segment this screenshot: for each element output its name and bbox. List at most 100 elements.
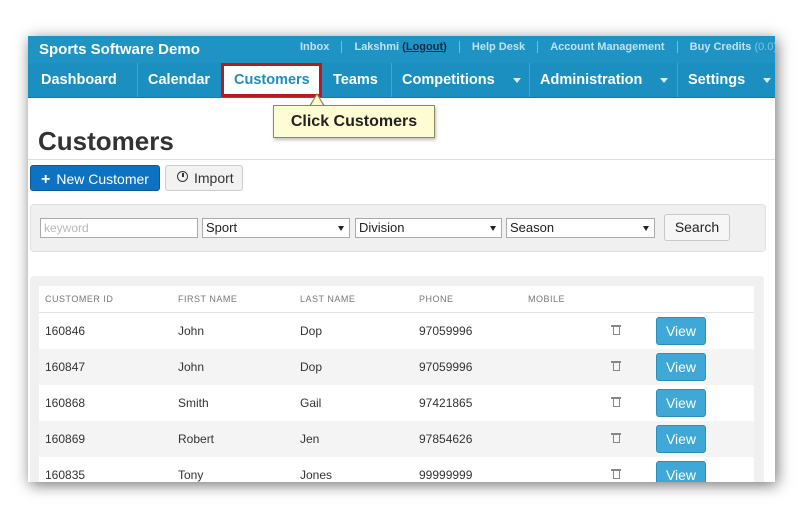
view-button[interactable]: View xyxy=(656,461,706,482)
trash-icon[interactable] xyxy=(611,396,621,407)
inbox-link[interactable]: Inbox xyxy=(300,41,329,53)
season-select-value: Season xyxy=(510,220,555,235)
help-desk-link[interactable]: Help Desk xyxy=(472,41,525,53)
cell-phone: 97059996 xyxy=(413,312,522,349)
cell-phone: 97854626 xyxy=(413,421,522,457)
trash-icon[interactable] xyxy=(611,360,621,371)
view-button[interactable]: View xyxy=(656,317,706,345)
division-select-value: Division xyxy=(359,220,405,235)
table-row[interactable]: 160846 John Dop 97059996 View xyxy=(39,312,754,349)
table-row[interactable]: 160869 Robert Jen 97854626 View xyxy=(39,421,754,457)
cell-view: View xyxy=(650,457,754,482)
cell-last-name: Gail xyxy=(294,385,413,421)
sport-select-value: Sport xyxy=(206,220,238,235)
table-row[interactable]: 160868 Smith Gail 97421865 View xyxy=(39,385,754,421)
cell-last-name: Dop xyxy=(294,349,413,385)
cell-delete xyxy=(605,312,650,349)
cell-delete xyxy=(605,385,650,421)
top-links: Inbox Lakshmi (Logout) Help Desk Account… xyxy=(300,41,775,54)
nav-administration[interactable]: Administration xyxy=(530,63,678,97)
credits-value: (0.0) xyxy=(754,41,775,53)
column-header-blank xyxy=(605,286,650,313)
cell-view: View xyxy=(650,385,754,421)
cell-customer-id: 160869 xyxy=(39,421,172,457)
trash-icon[interactable] xyxy=(611,468,621,479)
cell-customer-id: 160868 xyxy=(39,385,172,421)
chevron-down-icon xyxy=(660,77,669,83)
instruction-callout: Click Customers xyxy=(273,105,435,138)
link-divider xyxy=(676,41,678,54)
search-button[interactable]: Search xyxy=(664,214,730,241)
cell-delete xyxy=(605,421,650,457)
cell-mobile xyxy=(522,349,605,385)
import-button[interactable]: Import xyxy=(165,165,243,191)
trash-icon[interactable] xyxy=(611,324,621,335)
cell-first-name: John xyxy=(172,349,294,385)
table-row[interactable]: 160835 Tony Jones 99999999 View xyxy=(39,457,754,482)
paren-close: ) xyxy=(443,41,447,53)
nav-label: Dashboard xyxy=(41,72,117,88)
customers-table: CUSTOMER ID FIRST NAME LAST NAME PHONE M… xyxy=(39,286,754,482)
cell-mobile xyxy=(522,385,605,421)
cell-last-name: Jones xyxy=(294,457,413,482)
main-nav: Dashboard Calendar Customers Teams Compe… xyxy=(28,63,775,98)
nav-settings[interactable]: Settings xyxy=(678,63,775,97)
link-divider xyxy=(537,41,539,54)
filter-bar: Sport Division Season Search xyxy=(30,204,766,252)
season-select[interactable]: Season xyxy=(506,218,655,238)
nav-customers[interactable]: Customers xyxy=(221,63,322,97)
nav-label: Settings xyxy=(688,72,746,88)
chevron-down-icon xyxy=(763,77,772,83)
dropdown-arrow-icon xyxy=(490,226,496,231)
keyword-input[interactable] xyxy=(40,218,198,238)
column-header: MOBILE xyxy=(522,286,605,313)
nav-teams[interactable]: Teams xyxy=(323,63,392,97)
app-screenshot: Sports Software Demo Inbox Lakshmi (Logo… xyxy=(28,36,775,482)
cell-phone: 97421865 xyxy=(413,385,522,421)
view-button[interactable]: View xyxy=(656,389,706,417)
cell-customer-id: 160846 xyxy=(39,312,172,349)
sport-select[interactable]: Sport xyxy=(202,218,350,238)
cell-first-name: Robert xyxy=(172,421,294,457)
cell-first-name: John xyxy=(172,312,294,349)
power-icon xyxy=(177,171,188,182)
dropdown-arrow-icon xyxy=(643,226,649,231)
view-button[interactable]: View xyxy=(656,425,706,453)
cell-last-name: Jen xyxy=(294,421,413,457)
nav-competitions[interactable]: Competitions xyxy=(392,63,530,97)
view-button[interactable]: View xyxy=(656,353,706,381)
link-divider xyxy=(341,41,343,54)
table-header-row: CUSTOMER ID FIRST NAME LAST NAME PHONE M… xyxy=(39,286,754,313)
cell-mobile xyxy=(522,457,605,482)
link-divider xyxy=(458,41,460,54)
nav-calendar[interactable]: Calendar xyxy=(138,63,222,97)
page-title: Customers xyxy=(38,126,174,156)
cell-view: View xyxy=(650,349,754,385)
plus-icon: + xyxy=(41,171,51,188)
new-customer-label: New Customer xyxy=(56,171,149,187)
import-label: Import xyxy=(194,170,234,186)
cell-first-name: Tony xyxy=(172,457,294,482)
column-header: CUSTOMER ID xyxy=(39,286,172,313)
account-management-link[interactable]: Account Management xyxy=(550,41,664,53)
column-header: FIRST NAME xyxy=(172,286,294,313)
table-row[interactable]: 160847 John Dop 97059996 View xyxy=(39,349,754,385)
buy-credits-link[interactable]: Buy Credits xyxy=(690,41,752,53)
logout-link[interactable]: Logout xyxy=(406,41,443,53)
customers-table-panel: CUSTOMER ID FIRST NAME LAST NAME PHONE M… xyxy=(30,276,764,482)
nav-dashboard[interactable]: Dashboard xyxy=(28,63,138,97)
cell-last-name: Dop xyxy=(294,312,413,349)
brand-title: Sports Software Demo xyxy=(39,41,200,58)
new-customer-button[interactable]: + New Customer xyxy=(30,165,160,191)
nav-label: Teams xyxy=(333,72,378,88)
cell-view: View xyxy=(650,421,754,457)
cell-first-name: Smith xyxy=(172,385,294,421)
nav-label: Customers xyxy=(234,72,310,88)
dropdown-arrow-icon xyxy=(338,226,344,231)
cell-view: View xyxy=(650,312,754,349)
cell-delete xyxy=(605,349,650,385)
title-divider xyxy=(28,159,775,160)
division-select[interactable]: Division xyxy=(355,218,502,238)
trash-icon[interactable] xyxy=(611,432,621,443)
nav-label: Competitions xyxy=(402,72,495,88)
